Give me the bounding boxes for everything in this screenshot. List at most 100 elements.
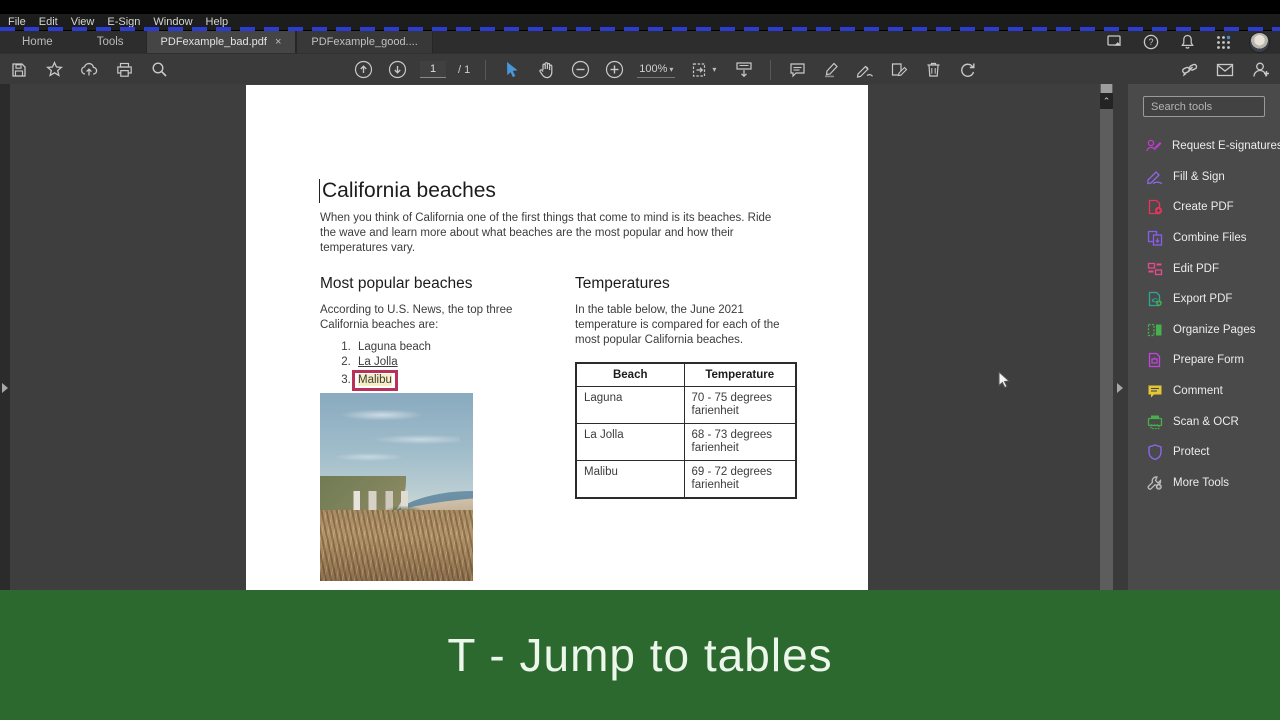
tool-label: Create PDF <box>1173 201 1234 214</box>
tool-label: Request E-signatures <box>1172 140 1280 153</box>
comment-tool-icon <box>1146 383 1163 400</box>
hand-tool-icon[interactable] <box>535 58 557 82</box>
tab-document-label: PDFexample_good.... <box>311 36 418 48</box>
tools-list: Request E-signatures Fill & Sign Create … <box>1128 131 1280 498</box>
tool-organize-pages[interactable]: Organize Pages <box>1128 315 1280 346</box>
user-avatar[interactable] <box>1249 31 1270 53</box>
toolbar-share-group <box>1178 54 1272 85</box>
tool-more-tools[interactable]: More Tools <box>1128 468 1280 499</box>
tool-export-pdf[interactable]: Export PDF <box>1128 284 1280 315</box>
tool-create-pdf[interactable]: Create PDF <box>1128 192 1280 223</box>
scroll-up-icon[interactable]: ⌃ <box>1100 93 1113 109</box>
tool-label: Scan & OCR <box>1173 415 1239 428</box>
share-screen-icon[interactable] <box>1105 32 1125 52</box>
protect-shield-icon <box>1146 444 1163 461</box>
tool-prepare-form[interactable]: Prepare Form <box>1128 345 1280 376</box>
zoom-level-value: 100% <box>639 63 668 75</box>
temperature-table: Beach Temperature Laguna 70 - 75 degrees… <box>575 362 797 499</box>
save-icon[interactable] <box>8 58 30 82</box>
edit-pdf-icon <box>1146 260 1163 277</box>
tool-fill-sign[interactable]: Fill & Sign <box>1128 162 1280 193</box>
tool-comment[interactable]: Comment <box>1128 376 1280 407</box>
collapse-tools-panel-icon[interactable] <box>1117 383 1123 393</box>
tab-bar: Home Tools PDFexample_bad.pdf × PDFexamp… <box>0 31 1280 53</box>
help-icon[interactable]: ? <box>1141 32 1161 52</box>
column-header: Temperature <box>683 362 797 387</box>
column-header: Beach <box>575 362 685 387</box>
caption-text: T - Jump to tables <box>447 629 833 681</box>
add-person-icon[interactable] <box>1250 58 1272 82</box>
combine-files-icon <box>1146 230 1163 247</box>
list-item: Malibu <box>352 370 532 391</box>
highlight-icon[interactable] <box>820 58 842 82</box>
temperatures-section: Temperatures In the table below, the Jun… <box>575 275 800 348</box>
stamp-icon[interactable] <box>888 58 910 82</box>
cloud-upload-icon[interactable] <box>78 58 100 82</box>
next-page-icon[interactable] <box>386 58 408 82</box>
close-tab-icon[interactable]: × <box>275 36 281 48</box>
scrollbar-thumb[interactable] <box>1101 84 1112 93</box>
tool-label: Comment <box>1173 385 1223 398</box>
fit-width-icon[interactable] <box>733 58 755 82</box>
panel-gutter <box>1113 84 1128 590</box>
left-panel-rail <box>0 84 10 590</box>
apps-grid-icon[interactable] <box>1213 32 1233 52</box>
table-row: La Jolla 68 - 73 degrees farienheit <box>575 423 797 461</box>
beach-list: Laguna beach La Jolla Malibu <box>352 340 532 391</box>
tab-tools[interactable]: Tools <box>75 31 146 53</box>
notifications-bell-icon[interactable] <box>1177 32 1197 52</box>
pdf-page: California beaches When you think of Cal… <box>246 85 868 590</box>
list-item: Laguna beach <box>354 340 532 355</box>
focus-selection-box: Malibu <box>352 370 398 391</box>
table-row: Malibu 69 - 72 degrees farienheit <box>575 460 797 499</box>
tab-document-label: PDFexample_bad.pdf <box>160 36 267 48</box>
tab-document-active[interactable]: PDFexample_bad.pdf × <box>145 31 297 53</box>
export-pdf-icon <box>1146 291 1163 308</box>
beach-photo <box>320 393 473 581</box>
refresh-icon[interactable] <box>956 58 978 82</box>
tool-label: Combine Files <box>1173 232 1247 245</box>
comment-icon[interactable] <box>786 58 808 82</box>
search-icon[interactable] <box>148 58 170 82</box>
scan-ocr-icon <box>1146 413 1163 430</box>
request-esignatures-icon <box>1146 138 1162 155</box>
tool-label: Protect <box>1173 446 1210 459</box>
delete-trash-icon[interactable] <box>922 58 944 82</box>
chevron-down-icon: ▾ <box>712 65 717 74</box>
tab-document-inactive[interactable]: PDFexample_good.... <box>296 31 433 53</box>
table-row: Laguna 70 - 75 degrees farienheit <box>575 386 797 424</box>
vertical-scrollbar[interactable]: ⌃ <box>1100 84 1113 590</box>
share-link-icon[interactable] <box>1178 58 1200 82</box>
caption-banner: T - Jump to tables <box>0 590 1280 720</box>
chevron-down-icon: ▾ <box>669 64 674 74</box>
zoom-out-icon[interactable] <box>569 58 591 82</box>
acrobat-window: File Edit View E-Sign Window Help Home T… <box>0 0 1280 720</box>
mouse-cursor <box>998 370 1012 394</box>
email-icon[interactable] <box>1214 58 1236 82</box>
tool-label: Fill & Sign <box>1173 170 1225 183</box>
expand-left-panel-icon[interactable] <box>2 383 8 393</box>
page-number-input[interactable]: 1 <box>420 61 446 78</box>
zoom-in-icon[interactable] <box>603 58 625 82</box>
intro-paragraph: When you think of California one of the … <box>320 212 772 254</box>
toolbar-file-group <box>8 54 170 85</box>
tool-combine-files[interactable]: Combine Files <box>1128 223 1280 254</box>
tool-request-esignatures[interactable]: Request E-signatures <box>1128 131 1280 162</box>
print-icon[interactable] <box>113 58 135 82</box>
zoom-level-dropdown[interactable]: 100% ▾ <box>637 61 676 78</box>
sign-pen-icon[interactable] <box>854 58 876 82</box>
page-total-label: / 1 <box>458 63 471 76</box>
search-tools-input[interactable] <box>1143 96 1265 117</box>
tab-home[interactable]: Home <box>0 31 75 53</box>
star-icon[interactable] <box>43 58 65 82</box>
toolbar-separator <box>485 59 487 80</box>
previous-page-icon[interactable] <box>352 58 374 82</box>
tool-scan-ocr[interactable]: Scan & OCR <box>1128 406 1280 437</box>
section-text: In the table below, the June 2021 temper… <box>575 304 780 346</box>
select-tool-icon[interactable] <box>501 58 523 82</box>
main-toolbar: 1 / 1 100% ▾ ▾ <box>0 53 1280 84</box>
fit-page-dropdown[interactable]: ▾ <box>687 58 721 82</box>
fill-sign-icon <box>1146 168 1163 185</box>
tool-protect[interactable]: Protect <box>1128 437 1280 468</box>
tool-edit-pdf[interactable]: Edit PDF <box>1128 253 1280 284</box>
